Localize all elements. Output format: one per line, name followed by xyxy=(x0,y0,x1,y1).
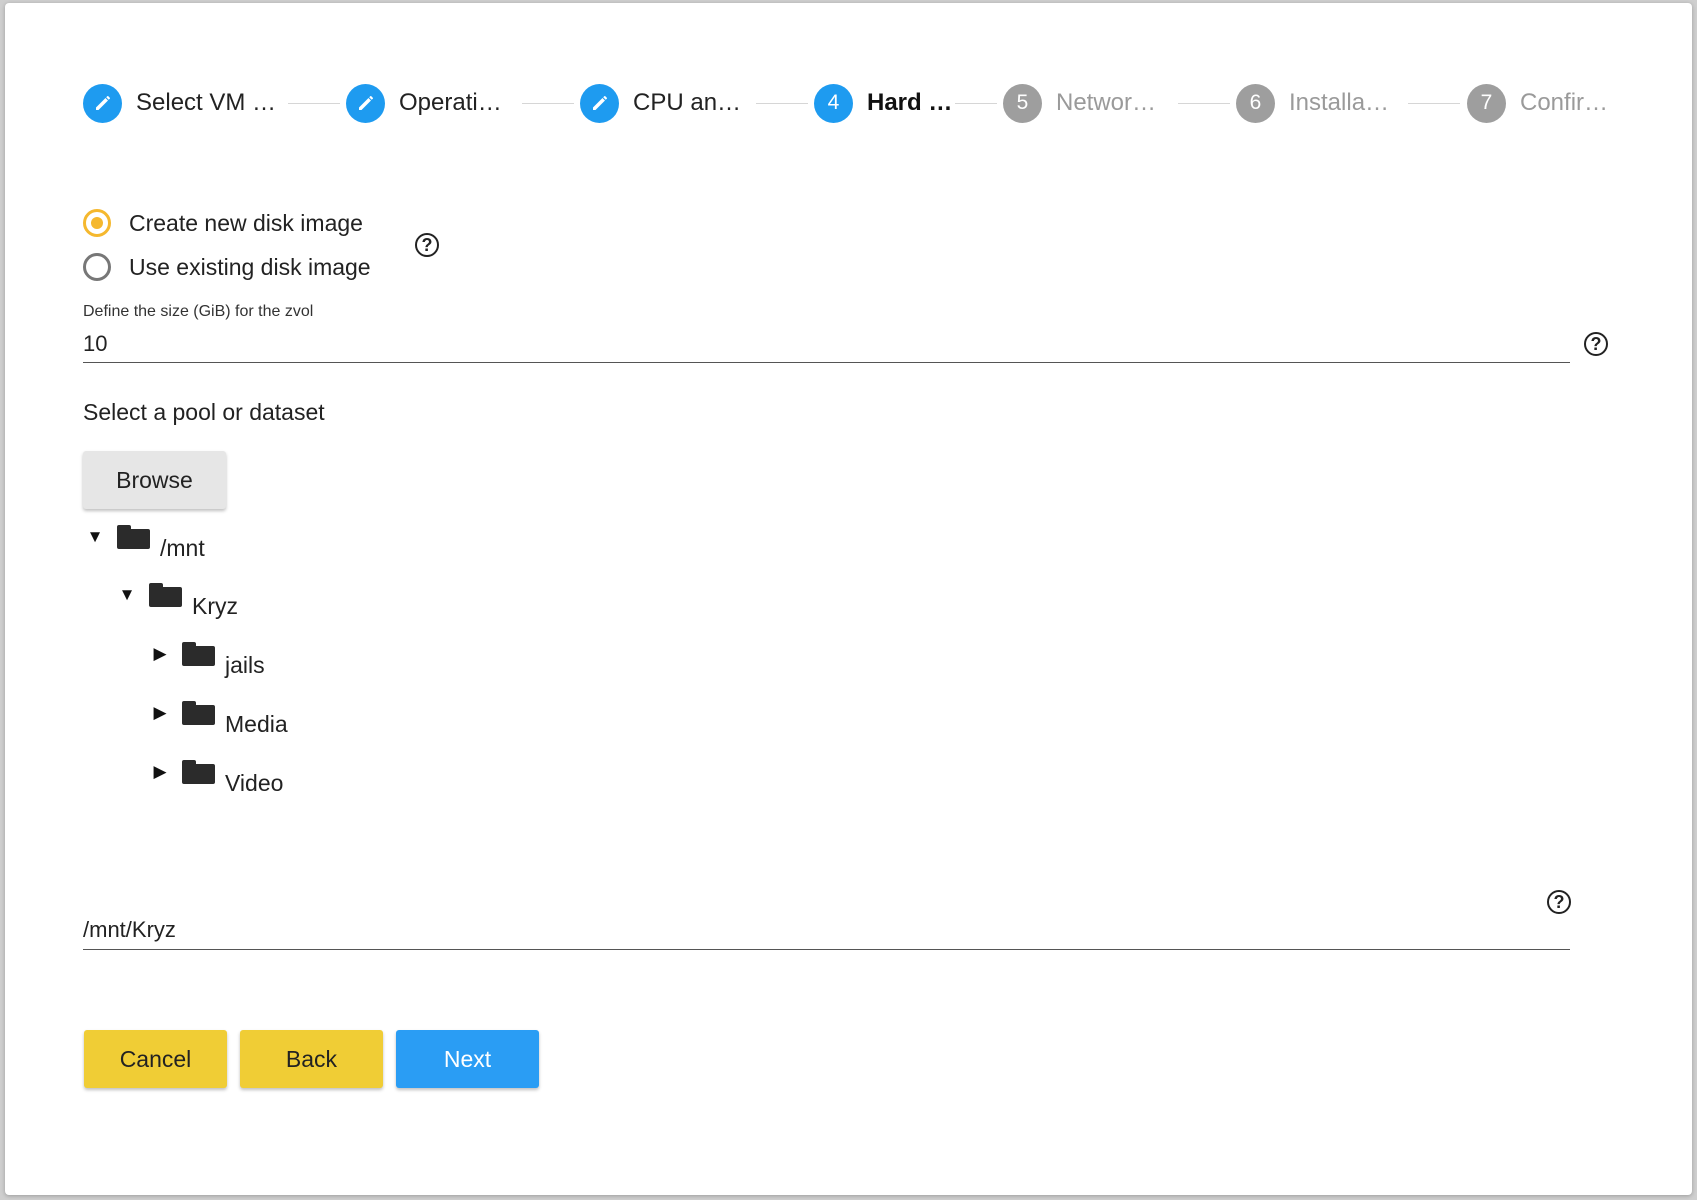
step-connector xyxy=(756,103,808,104)
tree-node-label[interactable]: jails xyxy=(225,652,265,679)
step-1[interactable]: Select VM … xyxy=(83,83,276,123)
step-4[interactable]: 4 Hard … xyxy=(814,83,952,123)
step-number: 7 xyxy=(1467,83,1506,123)
pool-label: Select a pool or dataset xyxy=(83,399,325,425)
step-number: 6 xyxy=(1236,83,1275,123)
step-label: Installa… xyxy=(1289,89,1390,116)
expanded-caret-icon[interactable]: ▼ xyxy=(85,527,105,547)
pencil-icon xyxy=(346,83,385,123)
wizard-stepper: Select VM … Operati… CPU an… 4 Hard … 5 … xyxy=(5,3,1692,203)
disk-type-help-icon[interactable]: ? xyxy=(415,233,439,257)
use-existing-disk-radio[interactable] xyxy=(83,253,111,281)
step-2[interactable]: Operati… xyxy=(346,83,502,123)
step-3[interactable]: CPU an… xyxy=(580,83,741,123)
folder-icon xyxy=(182,700,215,725)
step-7[interactable]: 7 Confir… xyxy=(1467,83,1608,123)
path-input[interactable]: /mnt/Kryz xyxy=(83,917,176,943)
use-existing-disk-label: Use existing disk image xyxy=(129,253,371,280)
folder-icon xyxy=(182,641,215,666)
step-label: Operati… xyxy=(399,89,502,116)
path-input-underline xyxy=(83,949,1570,950)
size-field-label: Define the size (GiB) for the zvol xyxy=(83,303,314,320)
expanded-caret-icon[interactable]: ▼ xyxy=(117,585,137,605)
folder-icon xyxy=(117,524,150,549)
tree-node-label[interactable]: Kryz xyxy=(192,593,238,620)
folder-icon xyxy=(182,759,215,784)
tree-node-label[interactable]: /mnt xyxy=(160,535,205,562)
tree-node-video[interactable]: ▶ Video xyxy=(150,758,283,796)
step-6[interactable]: 6 Installa… xyxy=(1236,83,1389,123)
step-label: Hard … xyxy=(867,89,953,116)
pencil-icon xyxy=(83,83,122,123)
step-number: 4 xyxy=(814,83,853,123)
folder-icon xyxy=(149,582,182,607)
tree-node-label[interactable]: Video xyxy=(225,770,283,797)
step-number: 5 xyxy=(1003,83,1042,123)
step-connector xyxy=(955,103,997,104)
collapsed-caret-icon[interactable]: ▶ xyxy=(150,762,170,782)
back-button[interactable]: Back xyxy=(240,1030,383,1088)
size-help-icon[interactable]: ? xyxy=(1584,332,1608,356)
create-disk-radio-row[interactable]: Create new disk image xyxy=(83,209,363,237)
size-input-underline xyxy=(83,362,1570,363)
step-connector xyxy=(288,103,340,104)
tree-node-jails[interactable]: ▶ jails xyxy=(150,640,265,678)
size-input[interactable]: 10 xyxy=(83,331,107,357)
create-disk-radio[interactable] xyxy=(83,209,111,237)
cancel-button[interactable]: Cancel xyxy=(84,1030,227,1088)
pencil-icon xyxy=(580,83,619,123)
step-label: CPU an… xyxy=(633,89,742,116)
collapsed-caret-icon[interactable]: ▶ xyxy=(150,703,170,723)
browse-button[interactable]: Browse xyxy=(83,451,226,509)
tree-node-mnt[interactable]: ▼ /mnt xyxy=(85,523,205,561)
step-label: Confir… xyxy=(1520,89,1609,116)
wizard-card: Select VM … Operati… CPU an… 4 Hard … 5 … xyxy=(5,3,1692,1195)
path-help-icon[interactable]: ? xyxy=(1547,890,1571,914)
collapsed-caret-icon[interactable]: ▶ xyxy=(150,644,170,664)
step-label: Networ… xyxy=(1056,89,1157,116)
use-existing-disk-radio-row[interactable]: Use existing disk image xyxy=(83,253,371,281)
step-connector xyxy=(1408,103,1460,104)
tree-node-label[interactable]: Media xyxy=(225,711,288,738)
tree-node-media[interactable]: ▶ Media xyxy=(150,699,288,737)
tree-node-kryz[interactable]: ▼ Kryz xyxy=(117,581,238,619)
step-label: Select VM … xyxy=(136,89,277,116)
step-5[interactable]: 5 Networ… xyxy=(1003,83,1156,123)
step-connector xyxy=(1178,103,1230,104)
create-disk-label: Create new disk image xyxy=(129,209,363,236)
next-button[interactable]: Next xyxy=(396,1030,539,1088)
step-connector xyxy=(522,103,574,104)
